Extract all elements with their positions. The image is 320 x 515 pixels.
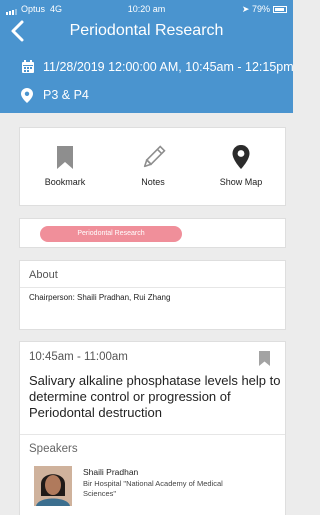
avatar-image xyxy=(34,466,72,506)
divider xyxy=(20,287,285,288)
calendar-icon xyxy=(22,60,34,73)
pencil-icon xyxy=(143,145,166,168)
status-bar: Optus 4G 10:20 am ➤ 79% xyxy=(0,0,293,16)
session-time: 10:45am - 11:00am xyxy=(29,351,128,363)
chairperson-text: Chairperson: Shaili Pradhan, Rui Zhang xyxy=(29,293,171,302)
session-title: Salivary alkaline phosphatase levels hel… xyxy=(29,373,281,420)
notes-label: Notes xyxy=(141,177,165,187)
show-map-label: Show Map xyxy=(219,177,263,187)
header-bar: Optus 4G 10:20 am ➤ 79% Periodontal Rese… xyxy=(0,0,294,113)
track-tag[interactable]: Periodontal Research xyxy=(40,226,182,242)
page-title: Periodontal Research xyxy=(69,22,224,39)
status-right: ➤ 79% xyxy=(242,4,287,15)
location-text: P3 & P4 xyxy=(43,88,89,102)
show-map-button[interactable]: Show Map xyxy=(201,144,281,187)
speakers-heading: Speakers xyxy=(29,443,78,455)
map-pin-icon xyxy=(232,145,250,169)
speaker-avatar[interactable] xyxy=(34,466,72,506)
bookmark-label: Bookmark xyxy=(44,177,86,187)
bookmark-icon xyxy=(57,146,73,169)
location-pin-icon xyxy=(21,88,33,103)
battery-icon xyxy=(273,6,287,14)
session-card[interactable]: 10:45am - 11:00am Salivary alkaline phos… xyxy=(19,341,286,515)
speaker-organization: Bir Hospital "National Academy of Medica… xyxy=(83,479,223,498)
battery-percent: 79% xyxy=(251,4,270,14)
actions-card: Bookmark Notes Show Map xyxy=(19,127,286,206)
about-card: About Chairperson: Shaili Pradhan, Rui Z… xyxy=(19,260,286,330)
notes-button[interactable]: Notes xyxy=(113,144,193,187)
bookmark-button[interactable]: Bookmark xyxy=(25,144,105,187)
speaker-name[interactable]: Shaili Pradhan xyxy=(83,467,138,477)
location-arrow-icon: ➤ xyxy=(241,4,250,14)
datetime-text: 11/28/2019 12:00:00 AM, 10:45am - 12:15p… xyxy=(43,60,294,74)
about-heading: About xyxy=(29,269,58,281)
bookmark-icon[interactable] xyxy=(258,350,271,367)
track-card: Periodontal Research xyxy=(19,218,286,248)
divider xyxy=(20,434,285,435)
